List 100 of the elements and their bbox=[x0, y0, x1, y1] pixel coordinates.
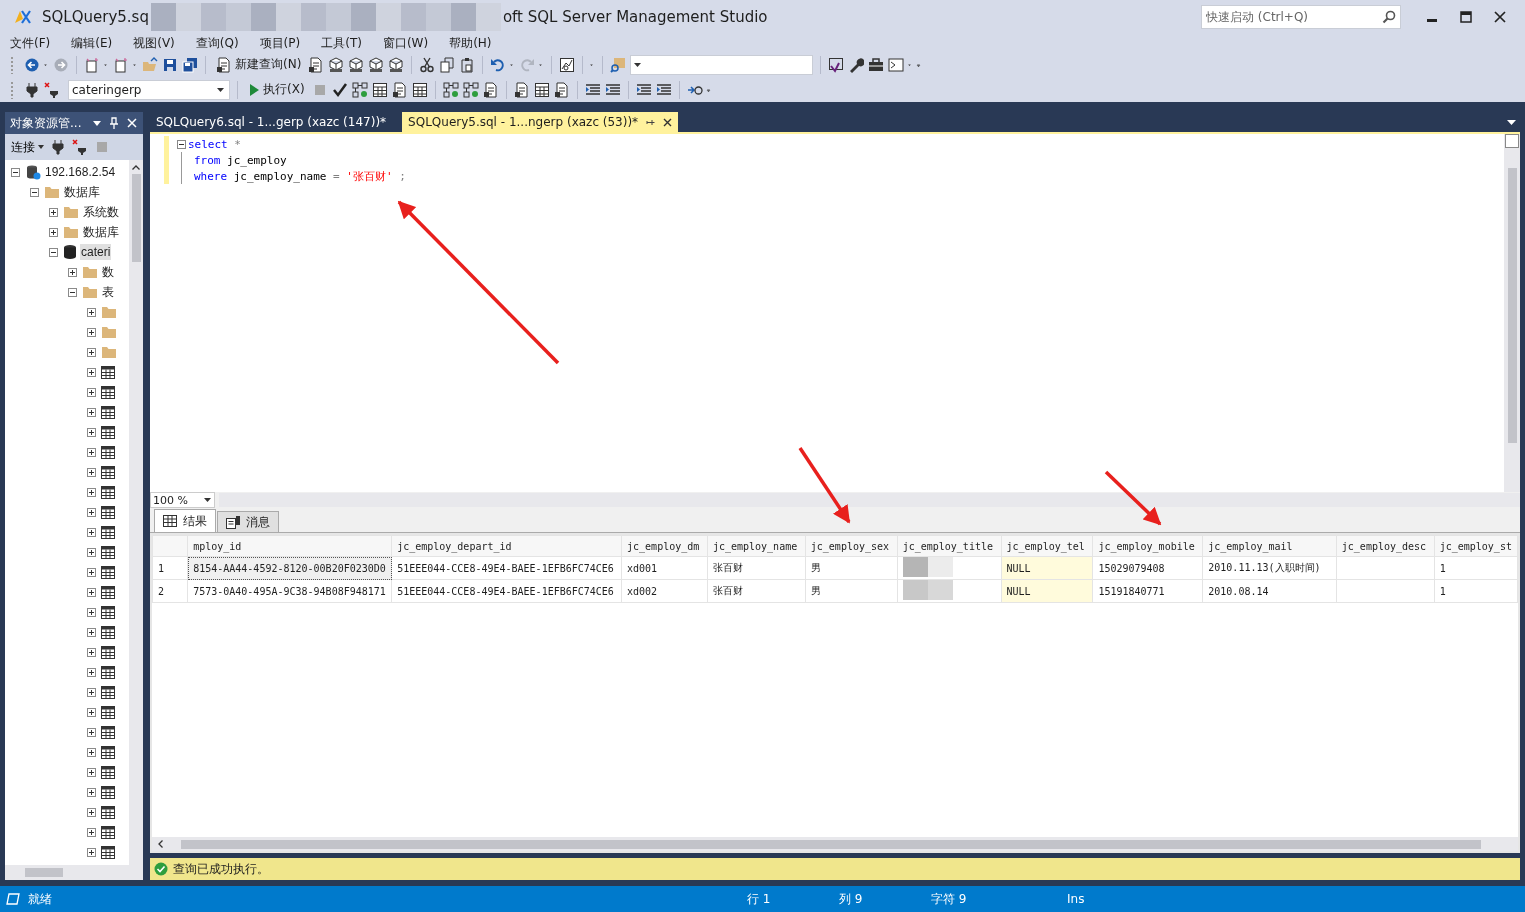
expand-toggle[interactable] bbox=[87, 327, 96, 337]
cube-icon[interactable] bbox=[388, 56, 405, 73]
expand-toggle[interactable] bbox=[87, 567, 96, 577]
cube-icon[interactable] bbox=[348, 56, 365, 73]
column-header[interactable]: jc_employ_sex bbox=[805, 535, 898, 557]
pin-icon[interactable] bbox=[109, 117, 119, 129]
column-header[interactable]: jc_employ_mobile bbox=[1092, 535, 1203, 557]
menu-item[interactable]: 编辑(E) bbox=[71, 34, 113, 52]
tree-item[interactable]: 数 bbox=[101, 262, 115, 282]
menu-item[interactable]: 工具(T) bbox=[321, 34, 362, 52]
expand-toggle[interactable] bbox=[87, 467, 96, 477]
expand-toggle[interactable] bbox=[87, 587, 96, 597]
cube-icon[interactable] bbox=[328, 56, 345, 73]
expand-toggle[interactable] bbox=[87, 707, 96, 717]
menu-item[interactable]: 文件(F) bbox=[10, 34, 51, 52]
menu-item[interactable]: 帮助(H) bbox=[449, 34, 492, 52]
expand-toggle[interactable] bbox=[87, 747, 96, 757]
scroll-thumb[interactable] bbox=[181, 839, 1481, 849]
results-tab[interactable]: 消息 bbox=[217, 511, 279, 532]
expand-toggle[interactable] bbox=[87, 627, 96, 637]
code-editor[interactable]: select * from jc_employ where jc_employ_name = '张百财' ; bbox=[150, 132, 1520, 492]
document-icon[interactable] bbox=[513, 81, 530, 98]
expand-toggle[interactable] bbox=[87, 367, 96, 377]
scrollbar[interactable] bbox=[5, 865, 143, 880]
grid-icon[interactable] bbox=[533, 81, 550, 98]
expand-toggle[interactable] bbox=[87, 687, 96, 697]
save-all-icon[interactable] bbox=[182, 56, 198, 73]
tree-item[interactable]: 表 bbox=[101, 282, 115, 302]
cube-icon[interactable] bbox=[368, 56, 385, 73]
scroll-thumb[interactable] bbox=[1507, 168, 1517, 443]
expand-toggle[interactable] bbox=[87, 507, 96, 517]
pin-icon[interactable] bbox=[646, 117, 656, 127]
quick-launch-field[interactable]: 快速启动 (Ctrl+Q) bbox=[1201, 5, 1401, 29]
grid-icon[interactable] bbox=[371, 81, 388, 98]
expand-toggle[interactable] bbox=[87, 427, 96, 437]
menu-item[interactable]: 查询(Q) bbox=[195, 34, 239, 52]
column-header[interactable]: jc_employ_depart_id bbox=[391, 535, 622, 557]
save-icon[interactable] bbox=[162, 56, 178, 73]
scrollbar[interactable] bbox=[1504, 134, 1520, 492]
close-icon[interactable] bbox=[663, 117, 673, 127]
maximize-icon[interactable] bbox=[1460, 11, 1472, 23]
column-header[interactable]: jc_employ_title bbox=[897, 535, 1002, 557]
scrollbar[interactable] bbox=[152, 837, 1518, 851]
expand-toggle[interactable] bbox=[87, 487, 96, 497]
connect-button[interactable]: 连接 bbox=[11, 138, 44, 156]
expand-toggle[interactable] bbox=[30, 187, 39, 197]
expand-toggle[interactable] bbox=[11, 167, 20, 177]
expand-toggle[interactable] bbox=[87, 447, 96, 457]
caret-icon[interactable] bbox=[1507, 119, 1516, 125]
document-icon[interactable] bbox=[482, 81, 499, 98]
document-tab[interactable]: SQLQuery6.sql - 1...gerp (xazc (147))* bbox=[150, 112, 393, 132]
new-query-button[interactable]: 新建查询(N) bbox=[213, 56, 305, 73]
column-header[interactable]: mploy_id bbox=[187, 535, 392, 557]
column-header[interactable]: jc_employ_dm bbox=[621, 535, 708, 557]
results-tab[interactable]: 结果 bbox=[154, 509, 216, 532]
expand-toggle[interactable] bbox=[87, 387, 96, 397]
column-header[interactable]: jc_employ_name bbox=[707, 535, 806, 557]
tree-item[interactable]: cateri bbox=[80, 244, 112, 260]
expand-toggle[interactable] bbox=[87, 347, 96, 357]
expand-toggle[interactable] bbox=[87, 667, 96, 677]
scroll-left-icon[interactable] bbox=[158, 840, 163, 848]
back-icon[interactable] bbox=[24, 56, 40, 73]
close-icon[interactable] bbox=[1494, 11, 1506, 23]
expand-toggle[interactable] bbox=[87, 547, 96, 557]
expand-toggle[interactable] bbox=[49, 247, 58, 257]
menu-item[interactable]: 视图(V) bbox=[133, 34, 175, 52]
expand-toggle[interactable] bbox=[87, 847, 96, 857]
execute-button[interactable]: 执行(X) bbox=[245, 81, 308, 98]
tree-item[interactable]: 系统数 bbox=[82, 202, 120, 222]
tree-item[interactable]: 192.168.2.54 bbox=[44, 164, 117, 180]
grid-icon[interactable] bbox=[411, 81, 428, 98]
column-header[interactable]: jc_employ_st bbox=[1434, 535, 1518, 557]
expand-toggle[interactable] bbox=[87, 787, 96, 797]
document-icon[interactable] bbox=[553, 81, 570, 98]
scrollbar[interactable] bbox=[219, 493, 1520, 507]
expand-toggle[interactable] bbox=[68, 287, 77, 297]
tree-item[interactable]: 数据库 bbox=[63, 182, 101, 202]
expand-toggle[interactable] bbox=[87, 527, 96, 537]
scrollbar[interactable] bbox=[129, 160, 143, 865]
expand-toggle[interactable] bbox=[87, 727, 96, 737]
expand-toggle[interactable] bbox=[87, 307, 96, 317]
document-icon[interactable] bbox=[391, 81, 408, 98]
expand-toggle[interactable] bbox=[87, 607, 96, 617]
expand-toggle[interactable] bbox=[87, 827, 96, 837]
terminal-icon[interactable] bbox=[888, 56, 905, 73]
expand-toggle[interactable] bbox=[68, 267, 77, 277]
menu-item[interactable]: 项目(P) bbox=[259, 34, 301, 52]
expand-toggle[interactable] bbox=[87, 407, 96, 417]
collapse-icon[interactable] bbox=[177, 139, 186, 149]
scroll-thumb[interactable] bbox=[131, 174, 141, 262]
column-header[interactable]: jc_employ_desc bbox=[1336, 535, 1435, 557]
wrench-icon[interactable] bbox=[848, 56, 865, 73]
tree-item[interactable]: 数据库 bbox=[82, 222, 120, 242]
expand-toggle[interactable] bbox=[87, 807, 96, 817]
expand-toggle[interactable] bbox=[87, 767, 96, 777]
column-header[interactable]: jc_employ_mail bbox=[1202, 535, 1337, 557]
caret-icon[interactable] bbox=[93, 120, 101, 126]
chart-icon[interactable] bbox=[559, 56, 576, 73]
column-header[interactable]: jc_employ_tel bbox=[1001, 535, 1093, 557]
database-dropdown[interactable]: cateringerp bbox=[68, 79, 230, 100]
